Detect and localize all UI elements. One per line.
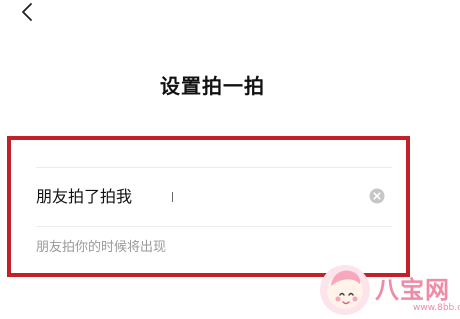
watermark: 八宝网 www.8bb.com xyxy=(318,262,460,317)
divider-top xyxy=(36,167,392,168)
page-title: 设置拍一拍 xyxy=(160,74,265,98)
text-caret xyxy=(172,192,173,202)
watermark-name: 八宝网 xyxy=(375,276,450,304)
clear-circle-icon xyxy=(369,188,385,204)
divider-middle xyxy=(36,226,392,227)
watermark-baby-logo xyxy=(320,265,370,315)
pat-hint-text: 朋友拍你的时候将出现 xyxy=(36,240,167,255)
watermark-url: www.8bb.com xyxy=(413,303,460,313)
pat-text-input[interactable]: 朋友拍了拍我 xyxy=(36,184,366,210)
chevron-left-icon xyxy=(22,3,32,21)
clear-button[interactable] xyxy=(369,188,385,204)
back-button[interactable] xyxy=(8,0,38,26)
